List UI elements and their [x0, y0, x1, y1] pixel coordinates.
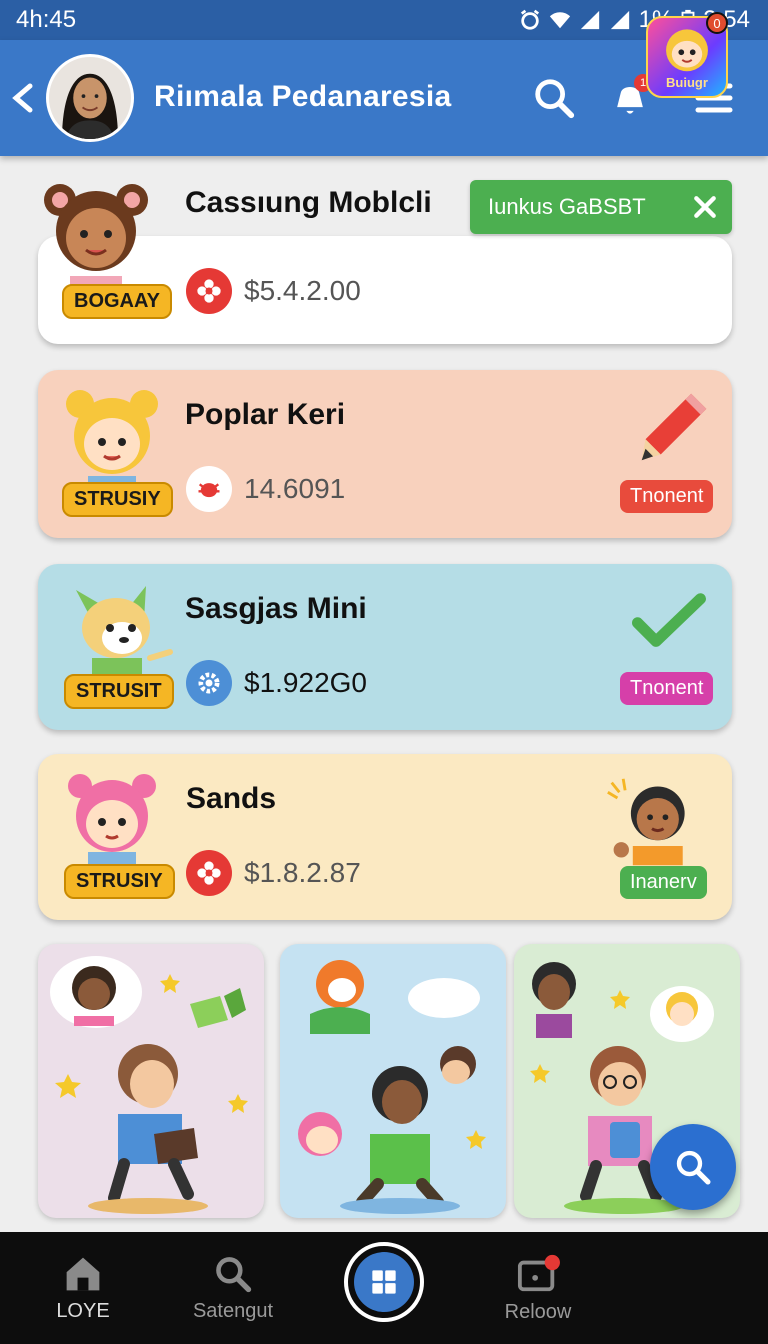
- checkmark-icon: [632, 592, 706, 655]
- toast-close-button[interactable]: [688, 190, 722, 224]
- boy-with-book-illustration: [50, 956, 248, 1214]
- nav-label: LOYE: [56, 1299, 110, 1322]
- fox-dog-character: [66, 580, 176, 685]
- card-title: Poplar Keri: [185, 398, 346, 431]
- girl-bear-ears-character: [36, 176, 156, 301]
- back-arrow-icon: [12, 83, 33, 113]
- notification-box-icon: [517, 1254, 560, 1291]
- flower-coin-icon: [186, 268, 232, 314]
- amount-value: $1.922G0: [244, 667, 367, 698]
- app-badge: 0: [706, 12, 728, 34]
- role-badge: STRUSIT: [64, 674, 174, 709]
- signal-icon: [580, 10, 599, 30]
- wifi-icon: [549, 12, 570, 29]
- back-button[interactable]: [8, 78, 38, 118]
- illustration-tile-1[interactable]: [38, 944, 264, 1218]
- nav-item-home[interactable]: LOYE: [40, 1232, 126, 1344]
- gear-coin-icon: [186, 660, 232, 706]
- card-amount: $1.8.2.87: [186, 850, 361, 896]
- card-title: Cassıung Moblcli: [185, 186, 432, 219]
- home-icon: [66, 1257, 100, 1290]
- card-title: Sasgjas Mini: [185, 592, 367, 625]
- amount-value: $1.8.2.87: [244, 857, 361, 888]
- alarm-icon: [520, 9, 539, 30]
- card-title: Sands: [186, 782, 277, 815]
- role-badge: BOGAAY: [62, 284, 172, 319]
- nav-label: Reloow: [504, 1300, 572, 1323]
- nav-item-search[interactable]: Satengut: [180, 1232, 286, 1344]
- pink-hair-girl-character: [62, 770, 162, 875]
- profile-photo: [49, 57, 131, 139]
- role-badge: STRUSIY: [62, 482, 173, 517]
- grid-icon: [354, 1252, 414, 1312]
- search-icon: [535, 79, 575, 119]
- status-time-left: 4h:45: [16, 6, 77, 33]
- profile-name: Riımala Pedanaresia: [154, 80, 452, 113]
- card-amount: 14.6091: [186, 466, 345, 512]
- card-amount: $1.922G0: [186, 660, 367, 706]
- flower-coin-icon: [186, 850, 232, 896]
- nav-item-reload[interactable]: Reloow: [488, 1232, 588, 1344]
- nav-label: Satengut: [192, 1299, 274, 1322]
- search-icon: [216, 1256, 252, 1292]
- boy-waving-character: [604, 778, 700, 871]
- search-fab-button[interactable]: [650, 1124, 736, 1210]
- app-label: Buiugr: [666, 75, 708, 90]
- bottom-navigation: LOYE Satengut Reloow: [0, 1232, 768, 1344]
- pencil-icon[interactable]: [636, 388, 712, 469]
- nav-center-button[interactable]: [344, 1242, 424, 1322]
- search-button[interactable]: [526, 70, 582, 126]
- toast-text: Iunkus GaBSBT: [488, 194, 646, 219]
- signal-icon-2: [610, 10, 629, 30]
- role-badge: STRUSIY: [64, 864, 175, 899]
- bug-coin-icon: [186, 466, 232, 512]
- avatar[interactable]: [46, 54, 134, 142]
- status-badge: Tnonent: [620, 480, 714, 513]
- status-badge: Tnonent: [620, 672, 714, 705]
- status-badge: Inanerv: [620, 866, 707, 899]
- close-icon: [694, 196, 716, 218]
- illustration-tile-2[interactable]: [280, 944, 506, 1218]
- card-amount: $5.4.2.00: [186, 268, 361, 314]
- search-icon: [676, 1150, 711, 1185]
- amount-value: 14.6091: [244, 473, 346, 504]
- kids-with-pets-illustration: [298, 960, 486, 1214]
- toast-banner: Iunkus GaBSBT: [470, 180, 732, 234]
- amount-value: $5.4.2.00: [244, 275, 361, 306]
